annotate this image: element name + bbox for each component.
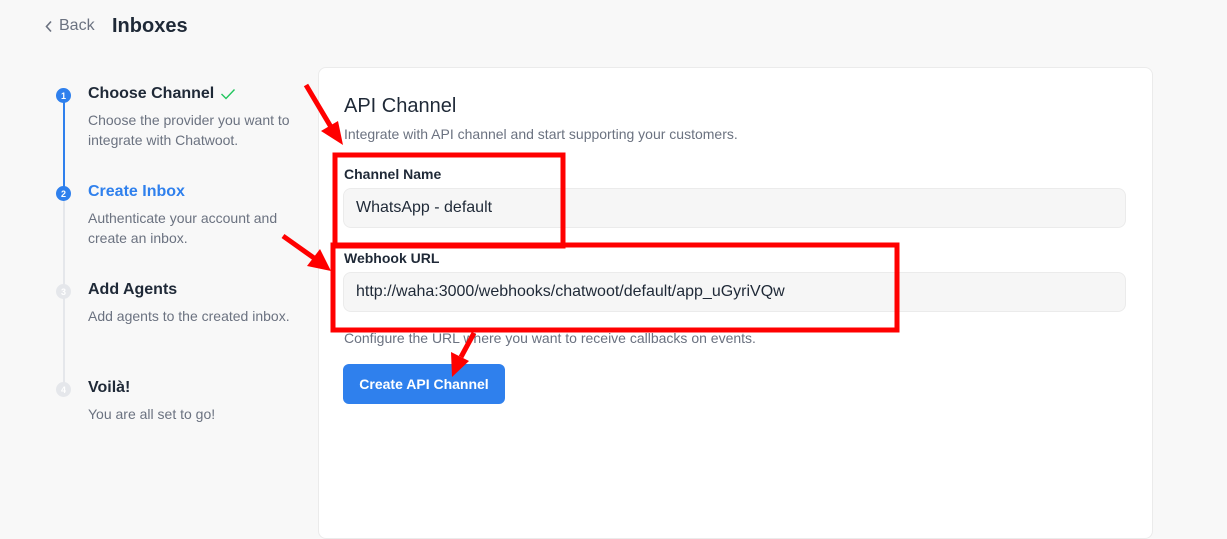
channel-name-label: Channel Name [344, 166, 442, 182]
step-title: Voilà! [88, 379, 131, 396]
back-label: Back [59, 17, 95, 34]
card-title: API Channel [344, 95, 457, 117]
step-number: 4 [56, 382, 71, 397]
create-api-channel-button[interactable]: Create API Channel [343, 364, 505, 404]
step-title: Create Inbox [88, 183, 185, 200]
step-description: Add agents to the created inbox. [88, 308, 290, 324]
step-connector-2 [63, 198, 65, 290]
api-channel-card: API Channel Integrate with API channel a… [318, 67, 1153, 539]
step-title: Add Agents [88, 281, 178, 298]
back-button[interactable]: Back [44, 17, 95, 35]
card-subtitle: Integrate with API channel and start sup… [344, 126, 738, 142]
step-description: Choose the provider you want to integrat… [88, 112, 290, 148]
webhook-url-label: Webhook URL [344, 250, 440, 266]
webhook-url-input[interactable] [343, 272, 1126, 312]
step-description: You are all set to go! [88, 406, 216, 422]
step-title: Choose Channel [88, 85, 215, 102]
step-description: Authenticate your account and create an … [88, 210, 278, 246]
step-connector-3 [63, 296, 65, 388]
channel-name-input[interactable] [343, 188, 1126, 228]
page-header: Back Inboxes [0, 0, 1227, 56]
page-title: Inboxes [112, 15, 188, 37]
step-number: 2 [56, 186, 71, 201]
step-number: 1 [56, 88, 71, 103]
step-number: 3 [56, 284, 71, 299]
step-connector-1 [63, 100, 65, 192]
check-icon [221, 89, 236, 100]
chevron-left-icon [45, 20, 52, 32]
webhook-help-text: Configure the URL where you want to rece… [344, 330, 756, 346]
